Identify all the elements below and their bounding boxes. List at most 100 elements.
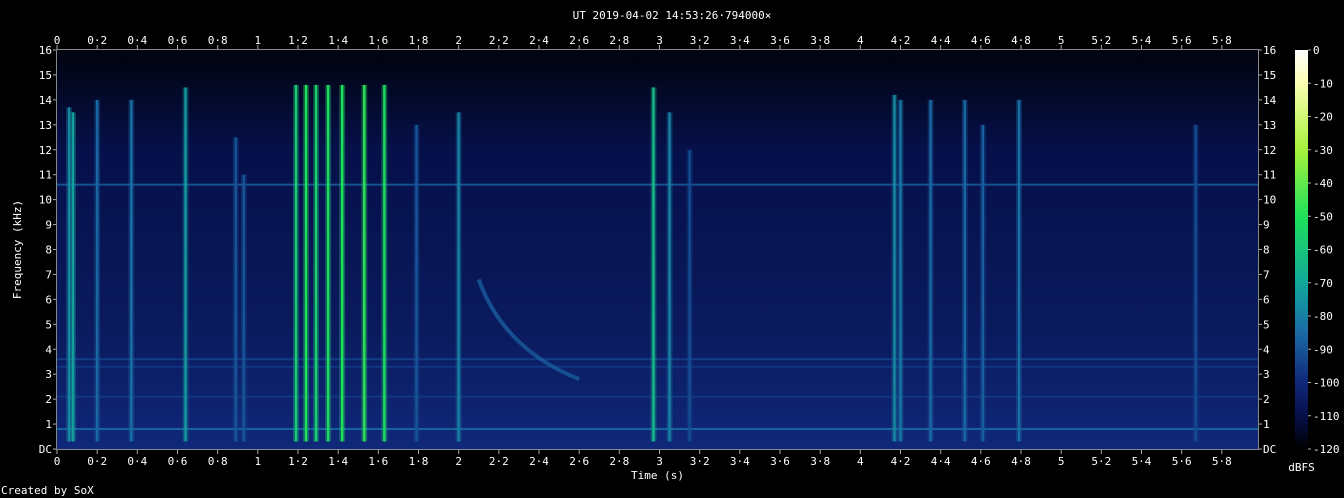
colorbar — [1295, 50, 1308, 449]
transient-streak — [314, 84, 318, 442]
x-tick-label-top: 0·2 — [87, 34, 107, 47]
y-tick-label-right: 11 — [1263, 169, 1276, 182]
x-tick-label-bottom: 3·6 — [770, 455, 790, 468]
y-tick-label-right: 14 — [1263, 94, 1277, 107]
x-tick-label-bottom: 5·8 — [1212, 455, 1232, 468]
x-tick-label-bottom: 1·4 — [328, 455, 348, 468]
transient-streak — [363, 84, 366, 442]
transient-streak — [415, 124, 418, 442]
x-tick-label-top: 1·4 — [328, 34, 348, 47]
colorbar-tick-label: -70 — [1313, 277, 1333, 290]
y-tick-label-right: 4 — [1263, 343, 1270, 356]
x-tick-label-top: 3·4 — [730, 34, 750, 47]
y-tick-label-left: 2 — [45, 393, 52, 406]
transient-streak — [294, 84, 298, 442]
x-tick-label-bottom: 2·8 — [609, 455, 629, 468]
y-tick-label-left: 13 — [39, 119, 52, 132]
x-tick-label-bottom: 5·4 — [1132, 455, 1152, 468]
x-tick-label-bottom: 5 — [1058, 455, 1065, 468]
y-tick-label-left: 7 — [45, 268, 52, 281]
x-tick-label-top: 4·6 — [971, 34, 991, 47]
y-tick-label-right: 2 — [1263, 393, 1270, 406]
y-tick-label-right: 12 — [1263, 144, 1276, 157]
y-tick-label-right: 3 — [1263, 368, 1270, 381]
colorbar-tick-label: -60 — [1313, 244, 1333, 257]
x-tick-label-bottom: 3·4 — [730, 455, 750, 468]
transient-streak — [1194, 124, 1197, 442]
x-tick-label-bottom: 1·8 — [409, 455, 429, 468]
y-tick-label-right: 9 — [1263, 219, 1270, 232]
x-tick-label-bottom: 4 — [857, 455, 864, 468]
transient-streak — [668, 112, 671, 442]
transient-streak — [95, 99, 99, 442]
transient-streak — [383, 84, 386, 442]
transient-streak — [981, 124, 985, 442]
x-tick-label-top: 5 — [1058, 34, 1065, 47]
colorbar-tick-label: -100 — [1313, 377, 1340, 390]
y-tick-label-left: 14 — [39, 94, 53, 107]
y-tick-label-right: 1 — [1263, 418, 1270, 431]
x-tick-label-bottom: 4·8 — [1011, 455, 1031, 468]
y-tick-label-right: 15 — [1263, 69, 1276, 82]
x-tick-label-top: 5·4 — [1132, 34, 1152, 47]
x-tick-label-bottom: 0·2 — [87, 455, 107, 468]
x-tick-label-top: 2·2 — [489, 34, 509, 47]
transient-streak — [963, 99, 966, 442]
y-tick-label-left: 11 — [39, 169, 52, 182]
transient-streak — [652, 87, 655, 442]
x-tick-label-top: 2·6 — [569, 34, 589, 47]
colorbar-tick-label: -80 — [1313, 310, 1333, 323]
x-tick-label-bottom: 1 — [255, 455, 262, 468]
transient-streak — [234, 137, 237, 442]
x-tick-label-top: 3·6 — [770, 34, 790, 47]
colorbar-tick-label: -120 — [1313, 443, 1340, 456]
x-tick-label-top: 0·6 — [168, 34, 188, 47]
y-tick-label-right: 10 — [1263, 194, 1276, 207]
y-tick-label-right: 8 — [1263, 244, 1270, 257]
spectrogram-figure: UT 2019-04-02 14:53:26·794000× 0 0 0·2 0·2 0… — [0, 0, 1344, 498]
transient-streak — [1017, 99, 1021, 442]
x-tick-label-top: 1·6 — [368, 34, 388, 47]
transient-streak — [184, 87, 187, 442]
transient-streak — [457, 112, 460, 442]
x-tick-label-top: 5·6 — [1172, 34, 1192, 47]
y-tick-label-right: 5 — [1263, 318, 1270, 331]
x-tick-label-top: 3 — [656, 34, 663, 47]
x-tick-label-bottom: 0·6 — [168, 455, 188, 468]
y-tick-label-right: 7 — [1263, 268, 1270, 281]
x-tick-label-bottom: 0·4 — [127, 455, 147, 468]
y-tick-label-left: 15 — [39, 69, 52, 82]
x-tick-label-bottom: 2·6 — [569, 455, 589, 468]
y-tick-label-left: 3 — [45, 368, 52, 381]
y-tick-label-right: 16 — [1263, 44, 1276, 57]
colorbar-tick-label: -110 — [1313, 410, 1340, 423]
x-tick-label-bottom: 2·4 — [529, 455, 549, 468]
x-tick-label-bottom: 5·2 — [1091, 455, 1111, 468]
colorbar-tick-label: -40 — [1313, 177, 1333, 190]
x-tick-label-bottom: 3 — [656, 455, 663, 468]
y-tick-label-right: 6 — [1263, 293, 1270, 306]
x-tick-label-top: 3·2 — [690, 34, 710, 47]
x-tick-label-top: 3·8 — [810, 34, 830, 47]
y-axis-label: Frequency (kHz) — [11, 200, 24, 299]
x-tick-label-top: 0·4 — [127, 34, 147, 47]
transient-streak — [326, 84, 330, 442]
transient-streak — [688, 149, 691, 442]
transient-streak — [304, 84, 308, 442]
colorbar-tick-label: -10 — [1313, 77, 1333, 90]
x-tick-label-bottom: 2·2 — [489, 455, 509, 468]
colorbar-tick-label: -90 — [1313, 343, 1333, 356]
transient-streak — [71, 112, 75, 442]
x-tick-label-bottom: 1·2 — [288, 455, 308, 468]
y-tick-label-left: 12 — [39, 144, 52, 157]
x-tick-label-top: 0 — [54, 34, 61, 47]
credit-text: Created by SoX — [1, 484, 94, 497]
x-tick-label-bottom: 4·4 — [931, 455, 951, 468]
y-tick-label-right: 13 — [1263, 119, 1276, 132]
transient-streak — [899, 99, 902, 442]
transient-streak — [929, 99, 932, 442]
x-tick-label-top: 0·8 — [208, 34, 228, 47]
x-tick-label-bottom: 2 — [455, 455, 462, 468]
x-tick-label-bottom: 3·8 — [810, 455, 830, 468]
y-tick-label-left: 8 — [45, 244, 52, 257]
